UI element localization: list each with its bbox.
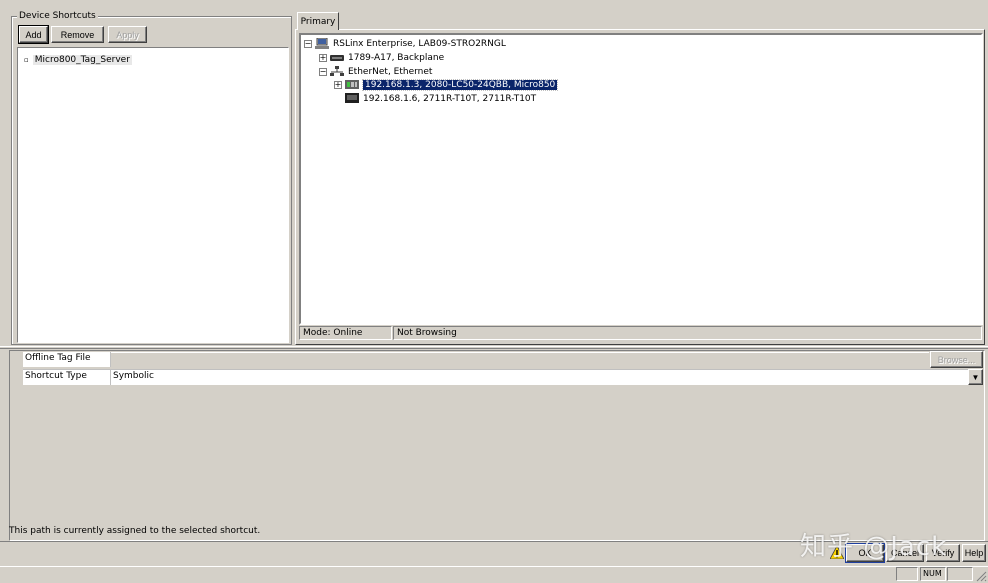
tree-label-backplane: 1789-A17, Backplane xyxy=(348,52,445,63)
tree-label-ethernet: EtherNet, Ethernet xyxy=(348,66,433,77)
plc-icon xyxy=(345,80,359,89)
tree-mode-text: Mode: Online xyxy=(303,328,363,338)
shortcut-icon: ▫ xyxy=(24,55,29,64)
device-tree[interactable]: − RSLinx Enterprise, LAB09-STRO2RNGL + 1… xyxy=(299,33,983,325)
shortcut-type-dropdown-button[interactable]: ▼ xyxy=(968,369,983,385)
tree-node-backplane[interactable]: + 1789-A17, Backplane xyxy=(319,51,444,64)
tree-node-root[interactable]: − RSLinx Enterprise, LAB09-STRO2RNGL xyxy=(304,37,506,50)
tree-browse-status: Not Browsing xyxy=(393,326,982,340)
statusbar-empty-panel-2 xyxy=(947,567,973,581)
shortcut-label: Micro800_Tag_Server xyxy=(32,54,132,65)
device-shortcuts-title: Device Shortcuts xyxy=(17,11,98,21)
add-button[interactable]: Add xyxy=(18,25,49,44)
tree-label-panelview: 192.168.1.6, 2711R-T10T, 2711R-T10T xyxy=(363,93,537,104)
offline-tag-file-value[interactable] xyxy=(111,352,929,367)
offline-tag-file-label: Offline Tag File xyxy=(23,352,111,367)
backplane-icon xyxy=(330,55,344,61)
help-button[interactable]: Help xyxy=(962,544,986,562)
browse-button[interactable]: Browse... xyxy=(930,351,983,368)
shortcut-type-value: Symbolic xyxy=(113,371,154,381)
tree-node-panelview[interactable]: 192.168.1.6, 2711R-T10T, 2711R-T10T xyxy=(345,92,536,105)
expand-icon[interactable]: + xyxy=(334,80,342,89)
statusbar-empty-panel xyxy=(896,567,918,581)
apply-button[interactable]: Apply xyxy=(108,26,147,43)
collapse-icon[interactable]: − xyxy=(319,67,327,76)
resize-grip-icon[interactable] xyxy=(975,570,987,582)
statusbar xyxy=(0,566,988,583)
statusbar-num: NUM xyxy=(920,567,946,581)
tree-node-ethernet[interactable]: − EtherNet, Ethernet xyxy=(319,65,432,78)
hmi-icon xyxy=(345,93,359,103)
remove-button[interactable]: Remove xyxy=(51,26,104,43)
network-icon xyxy=(330,66,344,76)
tree-label-root: RSLinx Enterprise, LAB09-STRO2RNGL xyxy=(333,38,506,49)
shortcut-type-select[interactable]: Symbolic xyxy=(111,369,968,385)
tree-mode-status: Mode: Online xyxy=(299,326,392,340)
tree-label-micro850: 192.168.1.3, 2080-LC50-24QBB, Micro850 xyxy=(361,78,559,91)
expand-icon[interactable]: + xyxy=(319,53,327,62)
list-item[interactable]: ▫ Micro800_Tag_Server xyxy=(24,53,132,66)
watermark: 知乎 @Jack xyxy=(800,532,948,562)
statusbar-num-text: NUM xyxy=(923,569,942,578)
shortcut-type-label: Shortcut Type xyxy=(23,369,111,385)
tab-primary-label: Primary xyxy=(300,16,336,27)
computer-icon xyxy=(315,38,329,49)
tree-browse-text: Not Browsing xyxy=(397,328,457,338)
splitter[interactable] xyxy=(0,346,988,349)
chevron-down-icon: ▼ xyxy=(971,372,980,382)
shortcut-list[interactable]: ▫ Micro800_Tag_Server xyxy=(17,47,289,343)
collapse-icon[interactable]: − xyxy=(304,39,312,48)
info-text: This path is currently assigned to the s… xyxy=(9,526,261,536)
tree-node-micro850[interactable]: + 192.168.1.3, 2080-LC50-24QBB, Micro850 xyxy=(334,78,559,91)
tab-primary[interactable]: Primary xyxy=(297,12,339,30)
